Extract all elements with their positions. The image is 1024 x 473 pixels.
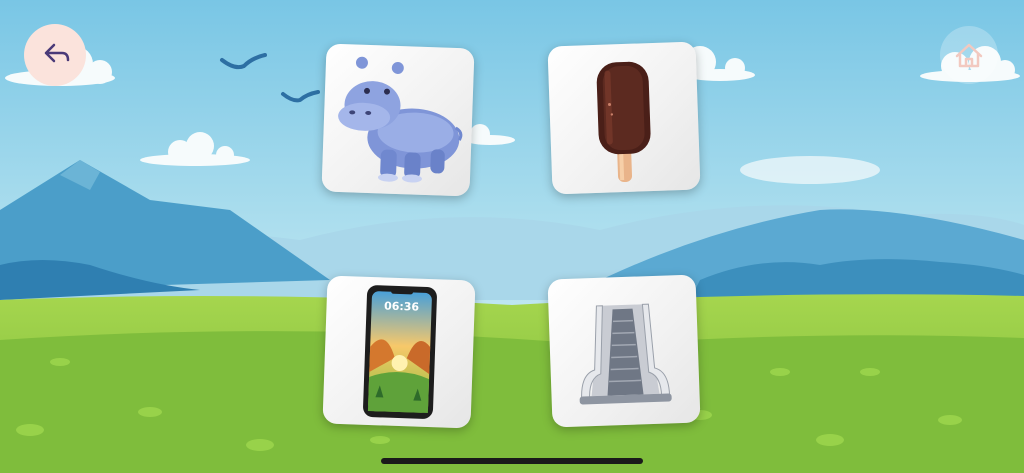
card-ice-pop[interactable] (547, 41, 701, 195)
phone-clock-text: 06:36 (383, 299, 420, 314)
background-scene (0, 0, 1024, 473)
hippo-icon (338, 56, 463, 183)
smartphone-icon (363, 285, 437, 419)
card-hippo[interactable] (321, 43, 475, 197)
home-icon (955, 43, 983, 68)
escalator-icon (579, 303, 672, 405)
home-indicator-bar[interactable] (381, 458, 643, 464)
back-arrow-icon (44, 43, 70, 63)
card-escalator[interactable] (547, 274, 701, 428)
ice-pop-icon (596, 61, 651, 183)
back-button[interactable] (24, 24, 86, 86)
home-button[interactable] (940, 26, 998, 84)
card-smartphone[interactable]: 06:36 (322, 275, 476, 429)
